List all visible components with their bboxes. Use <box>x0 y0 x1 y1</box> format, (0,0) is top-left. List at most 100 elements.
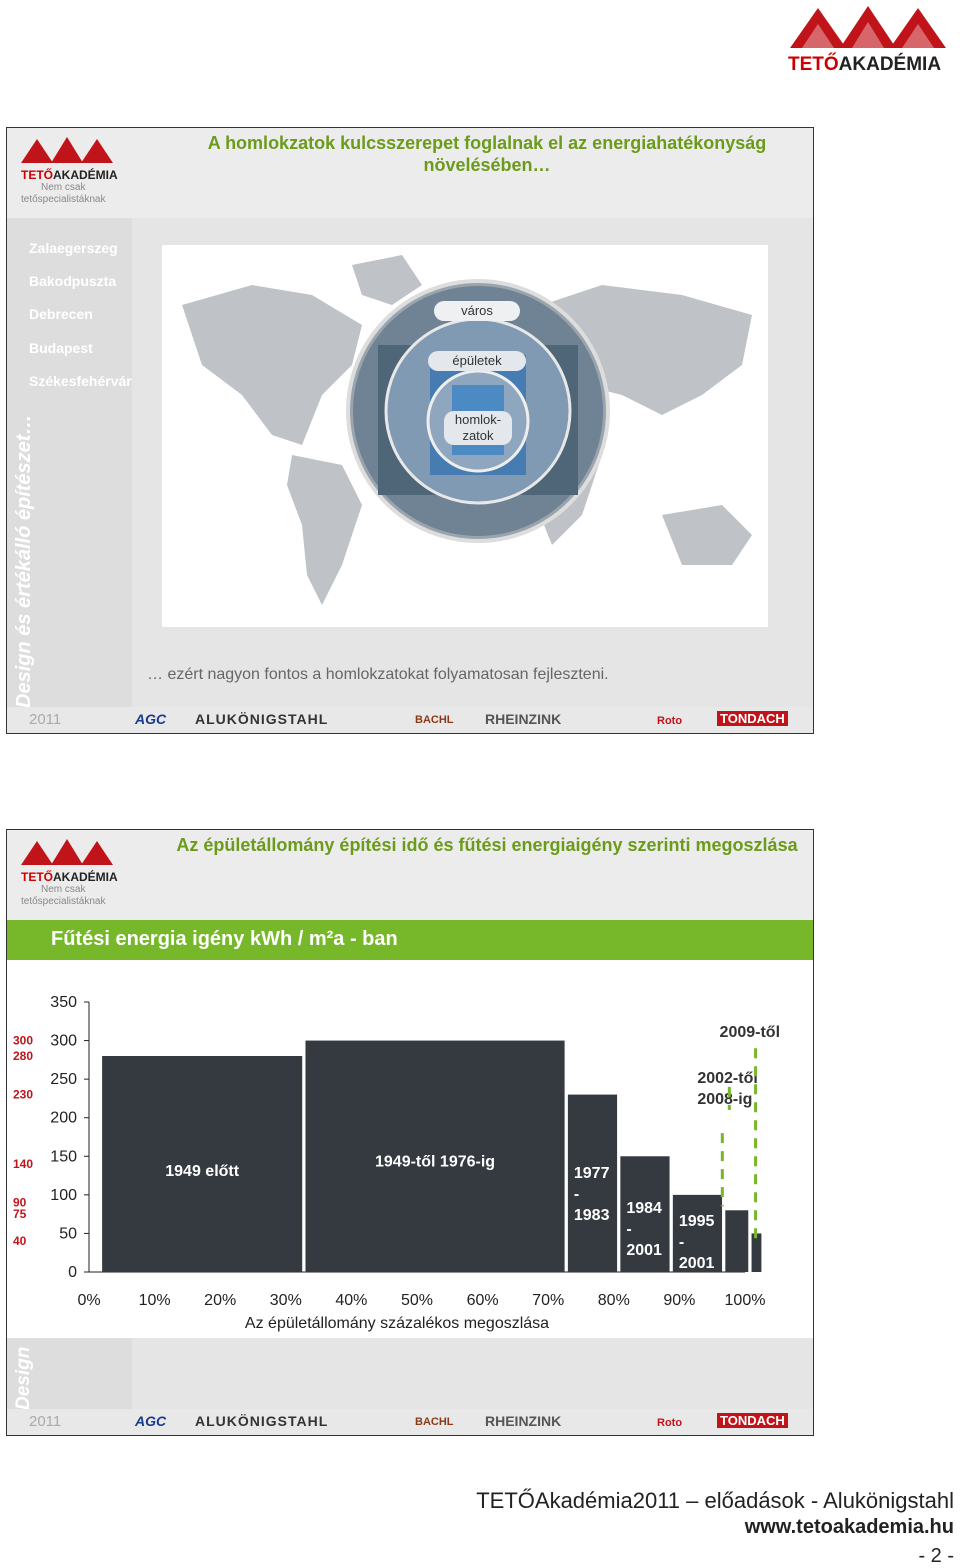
y-tick-label: 150 <box>50 1148 77 1165</box>
y-tick-label: 100 <box>50 1187 77 1204</box>
city-item: Székesfehérvár <box>29 373 132 389</box>
x-tick-label: 0% <box>77 1292 100 1309</box>
chart-area: 0 50 100 150 200 250 300 350 0% 10% 20% 30% 40% 50% 60… <box>7 960 813 1338</box>
roof-logo-icon <box>790 6 946 48</box>
y-tick-label: 50 <box>59 1225 77 1242</box>
x-tick-label: 60% <box>467 1292 499 1309</box>
bar-label: 1984 <box>626 1200 662 1217</box>
bar-label: - <box>574 1186 579 1203</box>
chart-bar <box>567 1094 618 1272</box>
chart-bar <box>751 1233 762 1272</box>
x-tick-label: 10% <box>139 1292 171 1309</box>
city-item: Bakodpuszta <box>29 273 117 289</box>
label-facades: homlok- zatok <box>444 412 512 444</box>
bar-label: 2008-ig <box>697 1091 752 1108</box>
footer-year: 2011 <box>29 1413 62 1430</box>
sponsor-footer: 2011 AGC ALUKÖNIGSTAHL BACHL RHEINZINK R… <box>7 1409 813 1435</box>
sponsor-roto: Roto <box>657 1417 683 1429</box>
sponsor-alukonigstahl: ALUKÖNIGSTAHL <box>195 1413 329 1429</box>
x-tick-label: 70% <box>532 1292 564 1309</box>
logo-tagline-1: Nem csak <box>41 182 86 193</box>
brand-logo-top: TETŐAKADÉMIA <box>788 4 948 75</box>
vertical-slogan: Design <box>13 1346 34 1410</box>
sponsor-rheinzink: RHEINZINK <box>485 1413 562 1429</box>
slide-title: Az épületállomány építési idő és fűtési … <box>176 835 798 855</box>
bar-label: 1983 <box>574 1207 610 1224</box>
y-tick-label: 0 <box>68 1264 77 1281</box>
bar-label: 2001 <box>679 1255 715 1272</box>
city-item: Debrecen <box>29 306 93 322</box>
green-banner: Fűtési energia igény kWh / m²a - ban <box>7 920 813 960</box>
red-axis-label: 230 <box>13 1088 33 1102</box>
footer-year: 2011 <box>29 711 62 728</box>
bar-label: 1995 <box>679 1213 715 1230</box>
design-sidebar: Design <box>7 1338 132 1410</box>
sponsor-bachl: BACHL <box>415 714 454 726</box>
logo-bold: TETŐ <box>21 168 53 182</box>
page-url[interactable]: www.tetoakademia.hu <box>745 1516 954 1539</box>
bar-label: 1949 előtt <box>165 1163 239 1180</box>
x-tick-label: 30% <box>270 1292 302 1309</box>
slide-facades: TETŐAKADÉMIA Nem csak tetőspecialistákna… <box>6 127 814 734</box>
logo-tagline-2: tetőspecialistáknak <box>21 896 106 907</box>
red-axis-label: 75 <box>13 1207 27 1221</box>
sponsor-tondach: TONDACH <box>717 1413 788 1428</box>
y-tick-label: 250 <box>50 1071 77 1088</box>
sponsor-roto: Roto <box>657 715 683 727</box>
slide-title: A homlokzatok kulcsszerepet foglalnak el… <box>207 133 767 175</box>
logo-rest: AKADÉMIA <box>838 54 942 75</box>
bar-label: 1949-től 1976-ig <box>375 1153 495 1170</box>
sponsor-agc: AGC <box>135 711 167 727</box>
y-tick-label: 350 <box>50 994 77 1011</box>
slide-header: TETŐAKADÉMIA Nem csak tetőspecialistákna… <box>7 830 813 920</box>
banner-text: Fűtési energia igény kWh / m²a - ban <box>51 928 398 950</box>
sponsor-bachl: BACHL <box>415 1416 454 1428</box>
logo-rest: AKADÉMIA <box>53 870 118 884</box>
bar-label: - <box>626 1221 631 1238</box>
label-facades-line2: zatok <box>462 428 494 443</box>
y-tick-label: 200 <box>50 1110 77 1127</box>
roof-logo-icon <box>21 137 113 163</box>
city-item: Zalaegerszeg <box>29 240 118 256</box>
label-buildings: épületek <box>452 353 502 368</box>
slide-logo: TETŐAKADÉMIA Nem csak tetőspecialistákna… <box>21 136 139 216</box>
slide-logo: TETŐAKADÉMIA Nem csak tetőspecialistákna… <box>21 838 139 918</box>
slide-header: TETŐAKADÉMIA Nem csak tetőspecialistákna… <box>7 128 813 218</box>
logo-tagline-1: Nem csak <box>41 884 86 895</box>
logo-bold: TETŐ <box>788 54 839 75</box>
bar-label: 2002-től <box>697 1070 757 1087</box>
bar-label: 1977 <box>574 1165 610 1182</box>
logo-tagline-2: tetőspecialistáknak <box>21 194 106 205</box>
slide-caption: … ezért nagyon fontos a homlokzatokat fo… <box>147 666 609 683</box>
logo-bold: TETŐ <box>21 870 53 884</box>
x-axis-title: Az épületállomány százalékos megoszlása <box>245 1315 549 1332</box>
x-tick-label: 40% <box>335 1292 367 1309</box>
sponsor-agc: AGC <box>135 1413 167 1429</box>
roof-logo-icon <box>21 839 113 865</box>
vertical-slogan: Design és értékálló építészet… <box>13 414 35 708</box>
y-tick-label: 300 <box>50 1033 77 1050</box>
bar-label: 2009-től <box>720 1024 780 1041</box>
page-number: - 2 - <box>918 1545 954 1567</box>
x-tick-label: 20% <box>204 1292 236 1309</box>
world-map: város épületek homlok- zatok <box>162 245 768 627</box>
x-tick-label: 80% <box>598 1292 630 1309</box>
red-axis-label: 280 <box>13 1049 33 1063</box>
city-item: Budapest <box>29 340 93 356</box>
city-sidebar: Zalaegerszeg Bakodpuszta Debrecen Budape… <box>7 218 132 708</box>
logo-rest: AKADÉMIA <box>53 168 118 182</box>
energy-chart: 0 50 100 150 200 250 300 350 0% 10% 20% 30% 40% 50% 60… <box>13 994 780 1332</box>
label-city: város <box>461 303 493 318</box>
sponsor-tondach: TONDACH <box>717 711 788 726</box>
slide-building-stock: TETŐAKADÉMIA Nem csak tetőspecialistákna… <box>6 829 814 1436</box>
red-axis-label: 300 <box>13 1034 33 1048</box>
red-axis-label: 40 <box>13 1234 27 1248</box>
bar-label: 2001 <box>626 1242 662 1259</box>
label-facades-line1: homlok- <box>454 412 502 427</box>
chart-bar <box>725 1210 749 1272</box>
sponsor-footer: 2011 AGC ALUKÖNIGSTAHL BACHL RHEINZINK R… <box>7 707 813 733</box>
x-tick-label: 50% <box>401 1292 433 1309</box>
red-axis-label: 140 <box>13 1157 33 1171</box>
page-footer-line: TETŐAkadémia2011 – előadások - Alukönigs… <box>476 1488 954 1513</box>
bar-label: - <box>679 1234 684 1251</box>
